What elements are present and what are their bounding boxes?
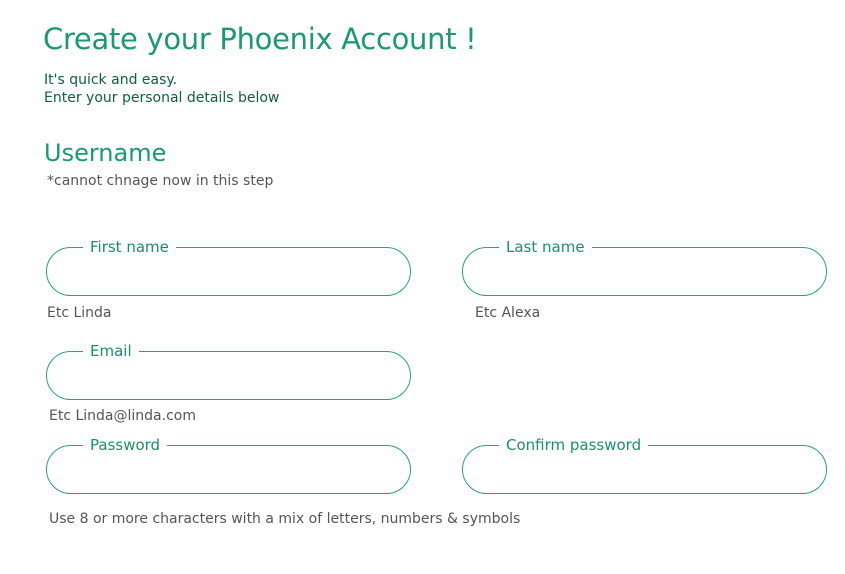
confirm-password-field: Confirm password [462,435,827,494]
password-requirements-hint: Use 8 or more characters with a mix of l… [49,511,521,527]
password-field: Password [46,435,411,494]
username-heading: Username [44,139,167,167]
first-name-input[interactable] [65,258,392,287]
last-name-hint: Etc Alexa [475,305,541,321]
email-input[interactable] [65,362,392,391]
last-name-input[interactable] [481,258,808,287]
last-name-field: Last name [462,237,827,296]
first-name-field: First name [46,237,411,296]
subtitle-line-1: It's quick and easy. [44,72,178,88]
email-hint: Etc Linda@linda.com [49,408,196,424]
email-field: Email [46,341,411,400]
confirm-password-label: Confirm password [499,435,649,455]
password-label: Password [83,435,168,455]
username-note: *cannot chnage now in this step [47,173,274,189]
subtitle-line-2: Enter your personal details below [44,90,280,106]
first-name-label: First name [83,237,176,257]
first-name-hint: Etc Linda [47,305,112,321]
password-input[interactable] [65,456,392,485]
email-label: Email [83,341,139,361]
last-name-label: Last name [499,237,592,257]
page-title: Create your Phoenix Account ! [43,22,477,56]
confirm-password-input[interactable] [481,456,808,485]
